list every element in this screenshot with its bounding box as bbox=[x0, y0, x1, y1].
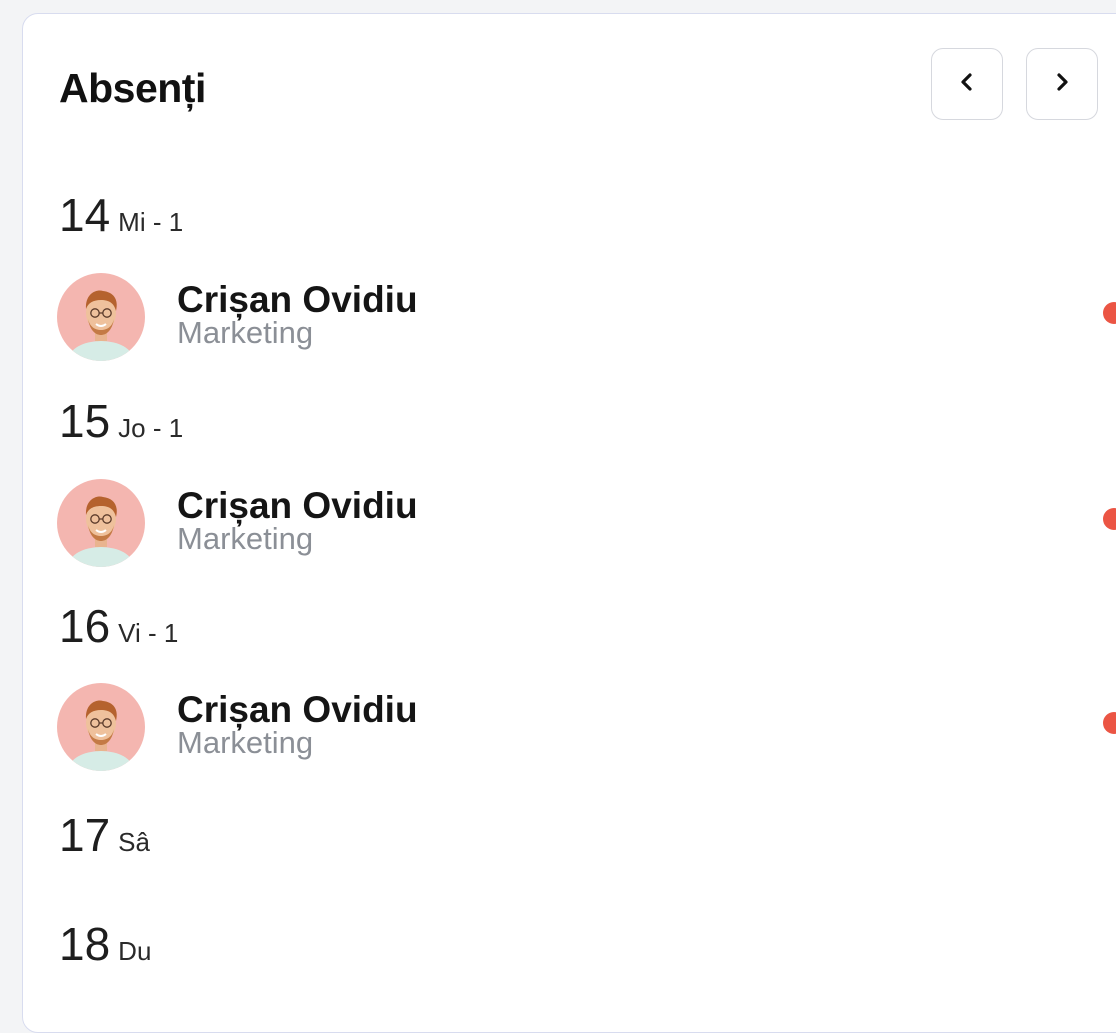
day-number: 17 bbox=[59, 809, 111, 861]
absent-person-row[interactable]: Crișan Ovidiu Marketing bbox=[57, 479, 1116, 569]
day-number: 15 bbox=[59, 395, 111, 447]
day-header: 17 Sâ bbox=[59, 810, 150, 860]
day-header: 18 Du bbox=[59, 919, 151, 969]
day-meta: Du bbox=[118, 936, 152, 966]
day-meta: Mi - 1 bbox=[118, 207, 184, 237]
person-department: Marketing bbox=[177, 725, 314, 760]
absence-status-dot bbox=[1103, 302, 1116, 324]
absent-person-row[interactable]: Crișan Ovidiu Marketing bbox=[57, 273, 1116, 363]
day-number: 18 bbox=[59, 918, 111, 970]
card-title: Absenți bbox=[59, 65, 206, 111]
chevron-left-icon bbox=[957, 72, 977, 97]
day-header: 14 Mi - 1 bbox=[59, 190, 183, 240]
avatar bbox=[57, 479, 145, 567]
day-number: 14 bbox=[59, 189, 111, 241]
day-meta: Jo - 1 bbox=[118, 413, 184, 443]
day-header: 15 Jo - 1 bbox=[59, 396, 183, 446]
day-meta: Sâ bbox=[118, 827, 150, 857]
person-department: Marketing bbox=[177, 521, 314, 556]
day-meta: Vi - 1 bbox=[118, 618, 179, 648]
absences-card: Absenți 14 Mi - 1 Crișan Ovidiu Marketin… bbox=[22, 13, 1116, 1033]
absent-person-row[interactable]: Crișan Ovidiu Marketing bbox=[57, 683, 1116, 773]
day-header: 16 Vi - 1 bbox=[59, 601, 178, 651]
avatar bbox=[57, 273, 145, 361]
absence-status-dot bbox=[1103, 508, 1116, 530]
previous-button[interactable] bbox=[931, 48, 1003, 120]
next-button[interactable] bbox=[1026, 48, 1098, 120]
chevron-right-icon bbox=[1052, 72, 1072, 97]
absence-status-dot bbox=[1103, 712, 1116, 734]
day-number: 16 bbox=[59, 600, 111, 652]
avatar bbox=[57, 683, 145, 771]
person-department: Marketing bbox=[177, 315, 314, 350]
